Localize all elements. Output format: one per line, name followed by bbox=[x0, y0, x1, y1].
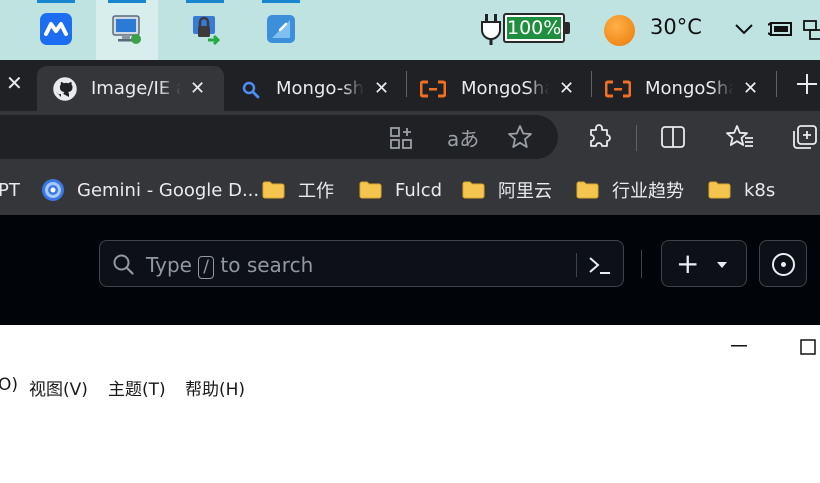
menu-item-theme[interactable]: 主题(T) bbox=[108, 375, 166, 400]
favorites-icon[interactable] bbox=[726, 124, 754, 150]
bookmark-label: 工作 bbox=[298, 181, 334, 202]
aliyun-icon bbox=[605, 80, 631, 98]
taskbar-app-remote-desktop[interactable] bbox=[96, 0, 158, 60]
tab-github-image[interactable]: Image/IE a ✕ bbox=[37, 66, 224, 111]
taskbar-running-indicator bbox=[37, 0, 75, 3]
maximize-icon[interactable] bbox=[800, 339, 816, 355]
extensions-icon[interactable] bbox=[587, 124, 613, 150]
bookmark-label: Fulcd bbox=[395, 179, 443, 201]
browser-tab-strip: ✕ Image/IE a ✕ Mongo-sha ✕ MongoSha ✕ bbox=[0, 60, 820, 111]
close-icon[interactable]: ✕ bbox=[559, 78, 574, 99]
vpn-lock-icon bbox=[193, 16, 221, 46]
folder-icon bbox=[462, 181, 485, 199]
bookmark-label: 行业趋势 bbox=[612, 181, 684, 202]
close-icon[interactable]: ✕ bbox=[190, 78, 205, 99]
application-window: O) 视图(V) 主题(T) 帮助(H) bbox=[0, 325, 820, 483]
taskbar-running-indicator bbox=[186, 0, 224, 3]
issue-opened-icon bbox=[772, 253, 795, 276]
taskbar-running-indicator bbox=[262, 0, 300, 3]
search-divider bbox=[576, 253, 577, 277]
bookmarks-bar: PT Gemini - Google D... 工作 Fulcd 阿里云 行业趋… bbox=[0, 165, 820, 215]
bookmark-label: k8s bbox=[744, 179, 776, 201]
bookmark-folder-fulcd[interactable]: Fulcd bbox=[359, 165, 442, 215]
taskbar-running-indicator bbox=[108, 0, 146, 3]
new-tab-icon[interactable] bbox=[796, 73, 818, 95]
battery-indicator[interactable]: 100% bbox=[503, 13, 565, 43]
bookmark-folder-k8s[interactable]: k8s bbox=[708, 165, 775, 215]
taskbar-app-vpn[interactable] bbox=[174, 0, 236, 60]
tab-separator bbox=[591, 71, 592, 97]
search-suffix: to search bbox=[220, 253, 314, 277]
folder-icon bbox=[262, 181, 285, 199]
tab-separator bbox=[776, 71, 777, 97]
minimize-icon[interactable] bbox=[731, 345, 747, 347]
battery-percent: 100% bbox=[507, 17, 562, 39]
network-drive-icon bbox=[267, 15, 295, 43]
github-icon bbox=[53, 77, 77, 101]
tab-label: Image/IE a bbox=[91, 78, 181, 99]
add-to-apps-icon[interactable] bbox=[389, 126, 413, 150]
toolbar-separator bbox=[636, 125, 637, 151]
collections-icon[interactable] bbox=[792, 124, 820, 150]
bookmark-folder-aliyun[interactable]: 阿里云 bbox=[462, 165, 552, 215]
header-divider bbox=[641, 250, 642, 278]
bookmark-gemini[interactable]: Gemini - Google D... bbox=[41, 165, 259, 215]
taskbar-app-network-drive[interactable] bbox=[250, 0, 312, 60]
create-new-button[interactable]: + bbox=[661, 240, 747, 287]
menu-item-options[interactable]: O) bbox=[0, 375, 18, 395]
tab-mongoshake-aliyun[interactable]: MongoSha ✕ bbox=[412, 66, 590, 111]
search-input[interactable]: Type / to search bbox=[99, 240, 624, 287]
taskbar-app-tencent-meeting[interactable] bbox=[25, 0, 87, 60]
caret-down-icon bbox=[717, 262, 727, 268]
bookmark-label: 阿里云 bbox=[498, 181, 552, 202]
read-aloud-icon[interactable]: aあ bbox=[447, 123, 479, 152]
tab-separator bbox=[406, 71, 407, 97]
command-palette-icon[interactable] bbox=[588, 254, 612, 276]
plus-icon: + bbox=[676, 247, 700, 280]
menu-item-view[interactable]: 视图(V) bbox=[29, 375, 88, 400]
bookmark-chatgpt[interactable]: PT bbox=[0, 165, 20, 215]
search-icon bbox=[242, 81, 260, 99]
bookmark-label: Gemini - Google D... bbox=[77, 179, 260, 201]
battery-terminal bbox=[565, 22, 570, 34]
issues-button[interactable] bbox=[759, 240, 807, 287]
close-icon[interactable]: ✕ bbox=[374, 78, 389, 99]
github-header: Type / to search + bbox=[0, 215, 820, 325]
windows-taskbar: 100% 30°C bbox=[0, 0, 820, 60]
folder-icon bbox=[708, 181, 731, 199]
search-prefix: Type bbox=[146, 253, 192, 277]
close-icon[interactable]: ✕ bbox=[6, 71, 23, 96]
tab-mongoshake-aliyun-2[interactable]: MongoSha ✕ bbox=[597, 66, 775, 111]
bookmark-folder-industry-trends[interactable]: 行业趋势 bbox=[576, 165, 684, 215]
split-screen-icon[interactable] bbox=[660, 125, 686, 149]
search-icon bbox=[113, 254, 134, 275]
remote-desktop-icon bbox=[112, 15, 141, 44]
folder-icon bbox=[576, 181, 599, 199]
tab-label: MongoSha bbox=[461, 78, 549, 99]
chevron-up-icon[interactable] bbox=[734, 21, 754, 37]
close-icon[interactable]: ✕ bbox=[743, 78, 758, 99]
gemini-icon bbox=[42, 179, 64, 201]
network-icon[interactable] bbox=[803, 19, 820, 41]
browser-toolbar: aあ bbox=[0, 111, 820, 165]
power-plug-icon bbox=[481, 14, 501, 45]
search-placeholder: Type / to search bbox=[146, 253, 313, 279]
tab-mongo-search[interactable]: Mongo-sha ✕ bbox=[230, 66, 405, 111]
tencent-meeting-icon bbox=[40, 13, 72, 45]
folder-icon bbox=[359, 181, 382, 199]
keyboard-shortcut-hint: / bbox=[198, 256, 215, 279]
sun-icon[interactable] bbox=[604, 15, 635, 46]
tab-label: MongoSha bbox=[645, 78, 733, 99]
bookmark-label: PT bbox=[0, 179, 20, 201]
menu-item-help[interactable]: 帮助(H) bbox=[185, 375, 245, 400]
bookmark-folder-work[interactable]: 工作 bbox=[262, 165, 334, 215]
weather-temperature[interactable]: 30°C bbox=[650, 15, 702, 39]
tab-label: Mongo-sha bbox=[276, 78, 364, 99]
aliyun-icon bbox=[420, 80, 446, 98]
keyboard-icon[interactable] bbox=[768, 19, 794, 39]
favorite-star-icon[interactable] bbox=[507, 124, 533, 150]
